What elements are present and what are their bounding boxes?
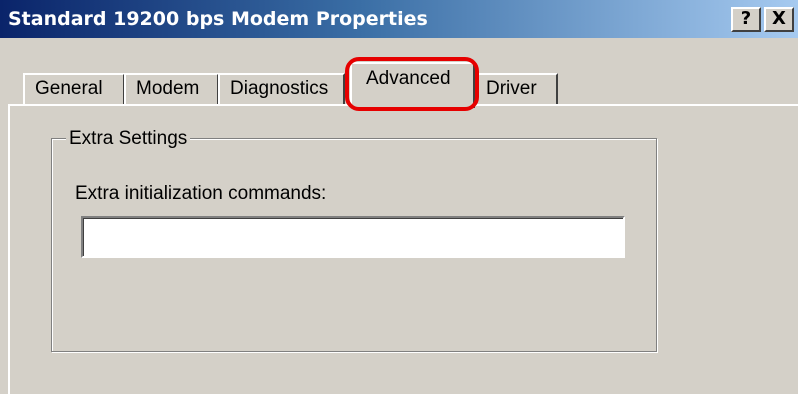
help-button[interactable]: ? [731,7,761,32]
tab-driver[interactable]: Driver [474,73,558,106]
close-button[interactable]: X [764,7,794,32]
title-bar[interactable]: Standard 19200 bps Modem Properties ? X [0,0,798,38]
tab-diagnostics[interactable]: Diagnostics [218,73,345,106]
tab-general[interactable]: General [23,73,125,106]
tab-advanced[interactable]: Advanced [350,62,475,108]
modem-properties-dialog: Standard 19200 bps Modem Properties ? X … [0,0,798,394]
window-title: Standard 19200 bps Modem Properties [8,8,428,30]
extra-init-commands-input[interactable] [81,216,625,258]
tab-modem[interactable]: Modem [124,73,219,106]
extra-init-commands-label: Extra initialization commands: [75,183,327,204]
extra-settings-title: Extra Settings [66,128,191,150]
